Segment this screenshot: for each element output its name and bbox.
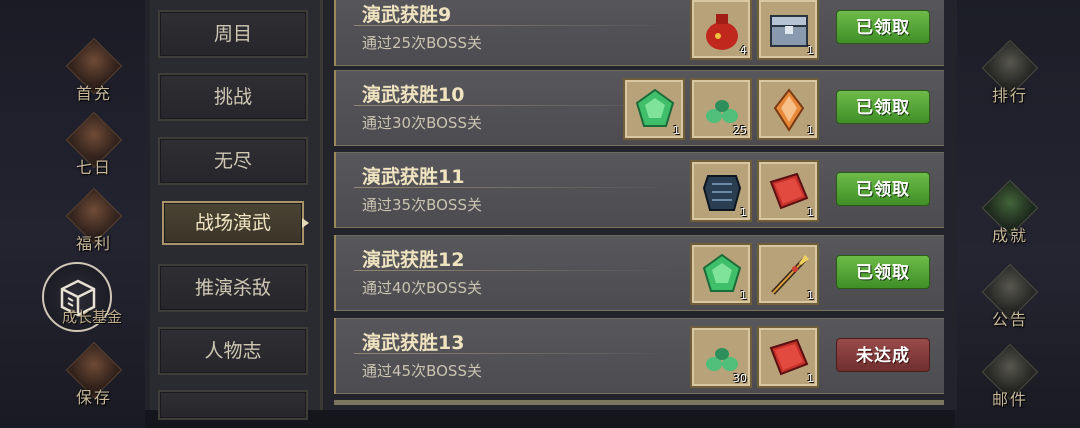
item-count: 1 xyxy=(807,44,814,57)
task-title: 演武获胜11 xyxy=(362,166,465,188)
task-title: 演武获胜13 xyxy=(362,332,465,354)
side-button-mail[interactable]: 邮件 xyxy=(978,343,1042,409)
title-underline xyxy=(354,25,674,26)
list-divider xyxy=(320,0,323,410)
green-gem-icon xyxy=(702,253,742,292)
side-button-label: 福利 xyxy=(75,234,112,253)
side-button-label: 首充 xyxy=(75,84,112,103)
not-met-button[interactable]: 未达成 xyxy=(836,338,930,372)
reward-item[interactable]: 1 xyxy=(690,160,752,222)
side-button-label: 邮件 xyxy=(991,390,1028,409)
claimed-button[interactable]: 已领取 xyxy=(836,90,930,124)
tab-zhoumu[interactable]: 周目 xyxy=(158,10,308,58)
claimed-button[interactable]: 已领取 xyxy=(836,255,930,289)
tab-endless[interactable]: 无尽 xyxy=(158,137,308,185)
reward-item[interactable]: 1 xyxy=(757,326,819,388)
side-button-label: 成就 xyxy=(991,226,1028,245)
task-title: 演武获胜12 xyxy=(362,249,465,271)
item-count: 1 xyxy=(673,124,680,137)
task-description: 通过45次BOSS关 xyxy=(362,362,482,380)
side-button-first-charge[interactable]: 首充 xyxy=(62,37,126,103)
dark-armor-icon xyxy=(702,175,742,211)
task-description: 通过30次BOSS关 xyxy=(362,114,482,132)
reward-item[interactable]: 4 xyxy=(690,0,752,60)
title-underline xyxy=(354,353,674,354)
item-count: 30 xyxy=(733,372,747,385)
tab-biography[interactable]: 人物志 xyxy=(158,327,308,375)
reward-item[interactable]: 1 xyxy=(690,243,752,305)
task-row: 演武获胜11 通过35次BOSS关 1 1 已领取 xyxy=(334,152,944,228)
reward-item[interactable]: 1 xyxy=(623,78,685,140)
item-count: 4 xyxy=(740,44,747,57)
green-gem-icon xyxy=(635,88,675,127)
title-underline xyxy=(354,270,674,271)
active-tab-pointer-icon xyxy=(302,218,309,228)
red-book-icon xyxy=(769,338,809,376)
side-button-label: 保存 xyxy=(75,388,112,407)
side-button-seven-days[interactable]: 七日 xyxy=(62,111,126,177)
side-button-label: 公告 xyxy=(991,310,1028,329)
task-title: 演武获胜9 xyxy=(362,4,452,26)
item-count: 1 xyxy=(807,206,814,219)
claimed-button[interactable]: 已领取 xyxy=(836,172,930,206)
claimed-button[interactable]: 已领取 xyxy=(836,10,930,44)
golden-spear-icon xyxy=(771,255,809,295)
orange-crystal-icon xyxy=(773,88,805,132)
side-button-label: 七日 xyxy=(75,158,112,177)
tab-kill-enemies[interactable]: 推演杀敌 xyxy=(158,264,308,312)
item-count: 1 xyxy=(740,289,747,302)
side-button-achievement[interactable]: 成就 xyxy=(978,179,1042,245)
tab-partial[interactable] xyxy=(158,390,308,420)
reward-item[interactable]: 1 xyxy=(757,78,819,140)
tab-battlefield-drill[interactable]: 战场演武 xyxy=(162,201,304,245)
red-book-icon xyxy=(769,172,809,210)
tab-challenge[interactable]: 挑战 xyxy=(158,73,308,121)
growth-fund-label: 成长基金 xyxy=(62,308,123,326)
task-row: 演武获胜13 通过45次BOSS关 30 1 未达成 xyxy=(334,318,944,394)
side-button-ranking[interactable]: 排行 xyxy=(978,39,1042,105)
item-count: 1 xyxy=(807,289,814,302)
list-scroll-edge xyxy=(334,400,944,405)
side-button-save[interactable]: 保存 xyxy=(62,341,126,407)
reward-item[interactable]: 30 xyxy=(690,326,752,388)
reward-item[interactable]: 1 xyxy=(757,243,819,305)
task-description: 通过35次BOSS关 xyxy=(362,196,482,214)
red-pouch-icon xyxy=(706,14,738,50)
item-count: 25 xyxy=(733,124,747,137)
item-count: 1 xyxy=(807,124,814,137)
reward-item[interactable]: 25 xyxy=(690,78,752,140)
task-row: 演武获胜12 通过40次BOSS关 1 1 已领取 xyxy=(334,235,944,311)
silver-chest-icon xyxy=(770,15,808,47)
task-row: 演武获胜9 通过25次BOSS关 4 1 已领取 xyxy=(334,0,944,66)
task-row: 演武获胜10 通过30次BOSS关 1 25 1 已领取 xyxy=(334,70,944,146)
reward-item[interactable]: 1 xyxy=(757,160,819,222)
task-title: 演武获胜10 xyxy=(362,84,465,106)
side-button-label: 排行 xyxy=(991,86,1028,105)
task-description: 通过40次BOSS关 xyxy=(362,279,482,297)
title-underline xyxy=(354,187,674,188)
reward-item[interactable]: 1 xyxy=(757,0,819,60)
item-count: 1 xyxy=(740,206,747,219)
side-button-welfare[interactable]: 福利 xyxy=(62,187,126,253)
item-count: 1 xyxy=(807,372,814,385)
task-description: 通过25次BOSS关 xyxy=(362,34,482,52)
side-button-announcement[interactable]: 公告 xyxy=(978,263,1042,329)
